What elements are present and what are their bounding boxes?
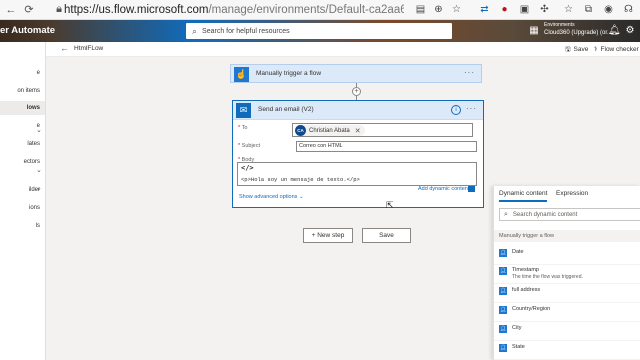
mouse-cursor-icon: ⇱ [386,200,394,210]
favorites-icon[interactable]: ☆ [562,3,575,16]
subject-field[interactable]: Correo con HTML [296,141,477,152]
hand-tap-icon: ☝ [234,67,249,82]
close-icon[interactable]: ✕ [355,127,361,135]
nav-item-action-items[interactable]: on items [0,84,45,98]
avatar: CA [295,125,306,136]
person-icon: 👤︎ [499,344,507,352]
subject-label: * Subject [238,143,261,149]
tab-expression[interactable]: Expression [556,190,588,197]
nav-item-learn[interactable]: ls [0,219,45,233]
chevron-down-icon[interactable]: ⌄ [36,126,42,134]
chevron-down-icon[interactable]: ⌄ [36,184,42,192]
puzzle-icon[interactable]: ✣ [538,3,551,16]
more-icon[interactable]: ··· [464,68,475,77]
stethoscope-icon: ⚕ [594,46,598,53]
list-item[interactable]: 👤︎ Country/Region [494,303,640,322]
dynamic-content-icon[interactable] [468,186,475,192]
add-dynamic-content-link[interactable]: Add dynamic content [418,186,469,192]
address-bar[interactable]: https://us.flow.microsoft.com/manage/env… [64,2,404,18]
left-navigation: e on items lows e lates ectors ilder ion… [0,42,46,360]
environment-icon: ▦ [529,25,539,36]
save-icon: 🖫︎ [565,46,571,53]
extension-red-icon[interactable]: ● [498,3,511,16]
send-email-header[interactable]: ✉ Send an email (V2) i ··· [233,101,483,120]
dynamic-search-input[interactable]: ⌕ Search dynamic content [499,208,640,221]
zoom-icon[interactable]: ⊕ [432,3,445,16]
collections-icon[interactable]: ⧉ [582,3,595,16]
nav-item-home[interactable]: e [0,66,45,80]
bell-icon[interactable]: 🔔︎ [608,25,621,37]
chevron-down-icon: ⌄ [298,194,304,200]
feedback-icon[interactable]: ☊ [622,3,635,16]
extension-gray-icon[interactable]: ▣ [518,3,531,16]
tab-dynamic-content[interactable]: Dynamic content [499,190,548,202]
search-icon: ⌕ [504,210,508,218]
person-icon: 👤︎ [499,287,507,295]
back-arrow-icon[interactable]: ← [4,3,18,17]
search-icon: ⌕ [192,25,198,36]
save-button[interactable]: Save [362,228,411,243]
nav-item-solutions[interactable]: ions [0,201,45,215]
list-item[interactable]: 👤︎ City [494,322,640,341]
chevron-down-icon[interactable]: ⌄ [36,166,42,174]
dynamic-section-header: Manually trigger a flow [494,230,640,242]
refresh-icon[interactable]: ⟳ [22,3,36,17]
to-label: * To [238,125,248,131]
app-name: er Automate [0,25,56,36]
person-icon: 👤︎ [499,267,507,275]
profile-icon[interactable]: ◉ [602,3,615,16]
person-icon: 👤︎ [499,306,507,314]
code-view-icon[interactable]: </> [241,164,254,172]
star-icon[interactable]: ☆ [450,3,463,16]
reader-icon[interactable]: ▤ [414,3,427,16]
outlook-icon: ✉ [236,103,251,118]
list-item[interactable]: 👤︎ State [494,341,640,360]
recipient-chip[interactable]: CA Christian Abata ✕ [295,125,365,136]
list-item[interactable]: 👤︎ Timestamp The time the flow was trigg… [494,264,640,284]
person-icon: 👤︎ [499,249,507,257]
app-header: er Automate ⌕ Search for helpful resourc… [0,20,640,42]
flow-checker-button[interactable]: ⚕ Flow checker [594,45,639,53]
nav-item-my-flows[interactable]: lows [0,101,45,115]
list-item[interactable]: 👤︎ full address [494,284,640,303]
extension-icon[interactable]: ⇄ [478,3,491,16]
list-item[interactable]: 👤︎ Date [494,246,640,265]
back-arrow-icon[interactable]: ← [60,43,69,53]
environment-selector[interactable]: Environments Cloud360 (Upgrade) (or... [544,22,612,40]
dynamic-content-panel: Dynamic content Expression ⌕ Search dyna… [493,186,640,360]
new-step-button[interactable]: + New step [303,228,353,243]
settings-icon[interactable]: ⚙ [624,25,636,37]
toolbar-save-button[interactable]: 🖫︎ Save [565,45,588,56]
insert-step-icon[interactable]: + [352,87,361,96]
flow-toolbar: ← HtmlFLow 🖫︎ Save ⚕ Flow checker [46,42,640,57]
trigger-card[interactable]: ☝ Manually trigger a flow ··· [230,64,482,83]
body-editor[interactable]: </> <p>Hola soy un mensaje de texto.</p> [237,162,477,186]
show-advanced-options-link[interactable]: Show advanced options ⌄ [239,194,304,200]
nav-item-templates[interactable]: lates [0,137,45,151]
info-icon[interactable]: i [451,105,461,115]
resources-search-input[interactable]: ⌕ Search for helpful resources [186,23,452,39]
person-icon: 👤︎ [499,325,507,333]
more-icon[interactable]: ··· [466,104,477,113]
flow-name: HtmlFLow [74,45,104,52]
body-text: <p>Hola soy un mensaje de texto.</p> [241,176,360,183]
